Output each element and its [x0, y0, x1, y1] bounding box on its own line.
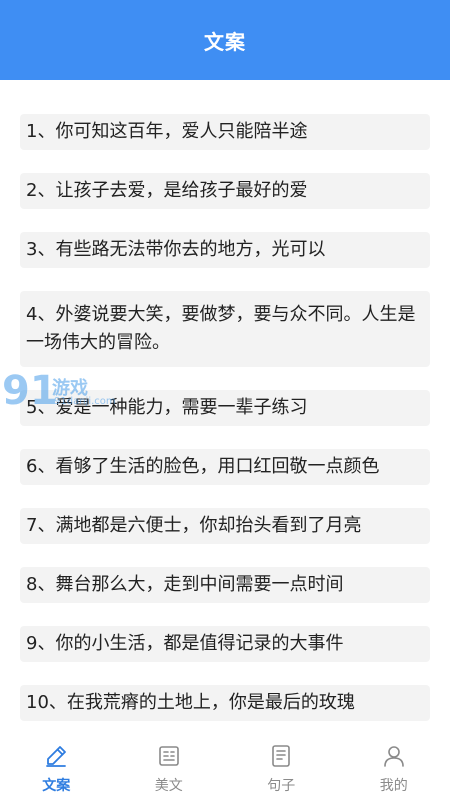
list-item[interactable]: 7、满地都是六便士，你却抬头看到了月亮 [20, 508, 430, 544]
list-item-text: 6、看够了生活的脸色，用口红回敬一点颜色 [26, 456, 380, 477]
list-item[interactable]: 8、舞台那么大，走到中间需要一点时间 [20, 567, 430, 603]
list-item[interactable]: 9、你的小生活，都是值得记录的大事件 [20, 626, 430, 662]
list-item-text: 10、在我荒瘠的土地上，你是最后的玫瑰 [26, 692, 355, 713]
tab-sentences[interactable]: 句子 [225, 734, 338, 800]
list-item[interactable]: 6、看够了生活的脸色，用口红回敬一点颜色 [20, 449, 430, 485]
tab-profile[interactable]: 我的 [338, 734, 450, 800]
page-title: 文案 [204, 29, 246, 54]
list-item-text: 2、让孩子去爱，是给孩子最好的爱 [26, 180, 308, 201]
tab-copywriting[interactable]: 文案 [0, 734, 113, 800]
list-item-text: 1、你可知这百年，爱人只能陪半途 [26, 121, 308, 142]
tab-label: 我的 [379, 778, 408, 794]
list-item[interactable]: 3、有些路无法带你去的地方，光可以 [20, 232, 430, 268]
person-icon [382, 744, 406, 772]
list-item-text: 8、舞台那么大，走到中间需要一点时间 [26, 574, 344, 595]
watermark-number: 91 [2, 368, 58, 414]
tab-label: 文案 [42, 778, 71, 794]
top-app-bar: 文案 [0, 0, 450, 80]
copy-list: 1、你可知这百年，爱人只能陪半途 2、让孩子去爱，是给孩子最好的爱 3、有些路无… [20, 114, 430, 744]
list-item-text: 9、你的小生活，都是值得记录的大事件 [26, 633, 344, 654]
list-item[interactable]: 1、你可知这百年，爱人只能陪半途 [20, 114, 430, 150]
watermark-url: 91danji.com [54, 396, 116, 407]
list-item-text: 7、满地都是六便士，你却抬头看到了月亮 [26, 515, 362, 536]
list-item[interactable]: 4、外婆说要大笑，要做梦，要与众不同。人生是一场伟大的冒险。 [20, 291, 430, 367]
list-item[interactable]: 10、在我荒瘠的土地上，你是最后的玫瑰 [20, 685, 430, 721]
bottom-tab-bar: 文案 美文 句子 我的 [0, 734, 450, 800]
tab-label: 句子 [267, 778, 296, 794]
list-item-text: 4、外婆说要大笑，要做梦，要与众不同。人生是一场伟大的冒险。 [26, 304, 416, 353]
document-icon [269, 744, 293, 772]
pen-icon [44, 744, 68, 772]
tab-label: 美文 [154, 778, 183, 794]
list-item[interactable]: 2、让孩子去爱，是给孩子最好的爱 [20, 173, 430, 209]
site-watermark: 91 游戏 91danji.com [2, 368, 142, 414]
article-icon [157, 744, 181, 772]
tab-articles[interactable]: 美文 [113, 734, 226, 800]
list-item-text: 3、有些路无法带你去的地方，光可以 [26, 239, 326, 260]
